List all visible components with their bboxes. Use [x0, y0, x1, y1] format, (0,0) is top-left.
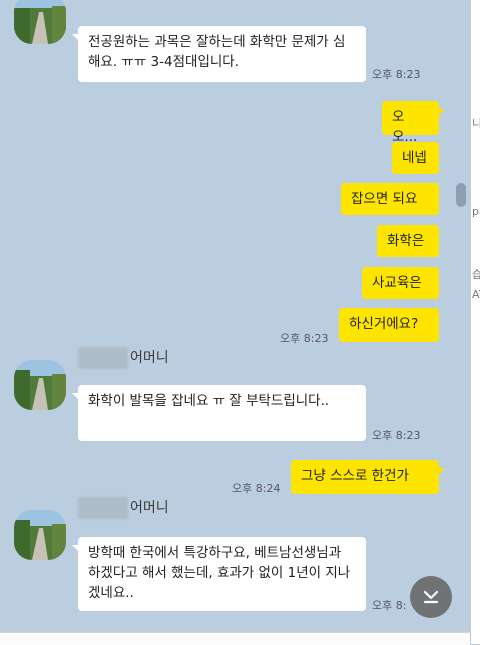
message-text: 방학때 한국에서 특강하구요, 베트남선생님과 하겠다고 해서 했는데, 효과가…	[88, 545, 351, 601]
avatar[interactable]	[14, 510, 66, 560]
message-bubble[interactable]: 사교육은	[362, 267, 439, 299]
avatar-photo-icon	[14, 0, 66, 44]
chat-area: 전공원하는 과목은 잘하는데 화학만 문제가 심해요. ㅠㅠ 3-4점대입니다.…	[0, 0, 470, 644]
sender-name: 어머니	[78, 347, 169, 369]
message-text: 사교육은	[372, 275, 422, 291]
panel-text: 습	[472, 266, 480, 282]
avatar[interactable]	[14, 360, 66, 410]
message-time: 오후 8:23	[372, 68, 421, 81]
message-text: 화학은	[387, 233, 425, 249]
panel-text: 니	[472, 115, 480, 131]
scroll-to-bottom-button[interactable]	[410, 576, 452, 618]
sender-name: 어머니	[78, 497, 169, 519]
message-text: 잡으면 되요	[351, 191, 418, 207]
message-bubble[interactable]: 방학때 한국에서 특강하구요, 베트남선생님과 하겠다고 해서 했는데, 효과가…	[72, 537, 366, 611]
message-text: 오오...	[392, 109, 418, 145]
message-time: 오후 8:24	[232, 482, 281, 495]
scrollbar-thumb[interactable]	[456, 183, 466, 207]
message-time: 오후 8:23	[280, 332, 329, 345]
avatar-photo-icon	[14, 360, 66, 410]
message-bubble[interactable]: 전공원하는 과목은 잘하는데 화학만 문제가 심해요. ㅠㅠ 3-4점대입니다.	[72, 26, 366, 82]
message-bubble[interactable]: 하신거에요?	[339, 308, 439, 342]
message-bubble[interactable]: 오오...	[382, 101, 445, 145]
message-text: 전공원하는 과목은 잘하는데 화학만 문제가 심해요. ㅠㅠ 3-4점대입니다.	[88, 34, 346, 70]
message-bubble[interactable]: 화학이 발목을 잡네요 ㅠ 잘 부탁드립니다..	[72, 385, 366, 441]
message-text: 네넵	[402, 150, 427, 166]
message-bubble[interactable]: 잡으면 되요	[341, 183, 439, 215]
message-bubble[interactable]: 그냥 스스로 한건가	[291, 460, 445, 494]
avatar-photo-icon	[14, 510, 66, 560]
message-text: 그냥 스스로 한건가	[301, 468, 409, 484]
blurred-name	[78, 497, 128, 519]
panel-text: AT	[472, 288, 480, 301]
message-text: 화학이 발목을 잡네요 ㅠ 잘 부탁드립니다..	[88, 393, 330, 409]
chevron-down-to-line-icon	[423, 590, 439, 604]
message-time: 오후 8:23	[372, 429, 421, 442]
message-text: 하신거에요?	[349, 316, 419, 332]
right-side-panel: 니 pa 습 AT	[470, 0, 480, 644]
message-time: 오후 8:	[372, 599, 407, 612]
input-bar-edge[interactable]	[0, 632, 470, 645]
avatar[interactable]	[14, 0, 66, 44]
message-bubble[interactable]: 네넵	[392, 142, 439, 174]
blurred-name	[78, 347, 128, 369]
message-bubble[interactable]: 화학은	[377, 225, 439, 257]
panel-text: pa	[472, 205, 480, 218]
